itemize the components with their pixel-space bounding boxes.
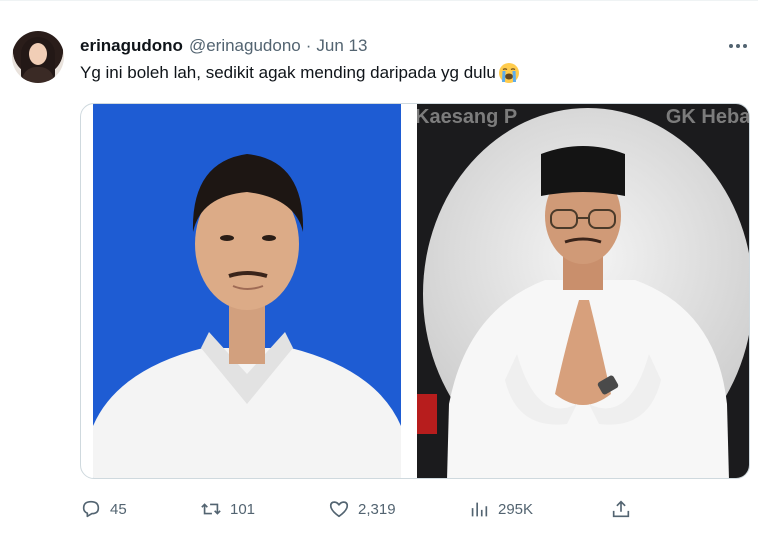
views-button[interactable]: 295K: [468, 495, 533, 523]
photo-dark-background[interactable]: Kaesang P GK Hebat: [417, 104, 749, 478]
portrait-illustration-left: [93, 154, 401, 478]
photo-blue-background[interactable]: [93, 104, 401, 478]
views-chart-icon: [471, 502, 488, 517]
view-count: 295K: [498, 500, 534, 518]
retweet-icon: [201, 503, 221, 515]
share-button[interactable]: [610, 495, 632, 523]
author-handle[interactable]: @erinagudono: [189, 36, 301, 56]
retweet-count: 101: [230, 500, 256, 518]
tweet-date[interactable]: Jun 13: [316, 36, 367, 56]
tweet[interactable]: erinagudono @erinagudono · Jun 13 Yg ini…: [0, 0, 758, 540]
more-options-icon[interactable]: [722, 37, 754, 55]
reply-button[interactable]: 45: [80, 495, 127, 523]
reply-count: 45: [110, 500, 127, 518]
author-name[interactable]: erinagudono: [80, 36, 183, 56]
separator-dot: ·: [305, 36, 312, 55]
loudly-crying-face-icon: [498, 62, 520, 84]
tweet-media[interactable]: Kaesang P GK Hebat: [80, 103, 750, 479]
tweet-text-content: Yg ini boleh lah, sedikit agak mending d…: [80, 63, 496, 82]
tweet-text: Yg ini boleh lah, sedikit agak mending d…: [80, 62, 520, 84]
portrait-illustration-right: [447, 146, 729, 478]
retweet-button[interactable]: 101: [200, 495, 255, 523]
tweet-header: erinagudono @erinagudono · Jun 13: [80, 35, 367, 57]
share-icon: [612, 500, 630, 518]
avatar[interactable]: [12, 31, 64, 83]
like-count: 2,319: [358, 500, 396, 518]
like-button[interactable]: 2,319: [328, 495, 396, 523]
reply-icon: [82, 500, 100, 518]
heart-icon: [329, 501, 349, 518]
action-bar: 45 101 2,319 295K: [80, 495, 650, 523]
